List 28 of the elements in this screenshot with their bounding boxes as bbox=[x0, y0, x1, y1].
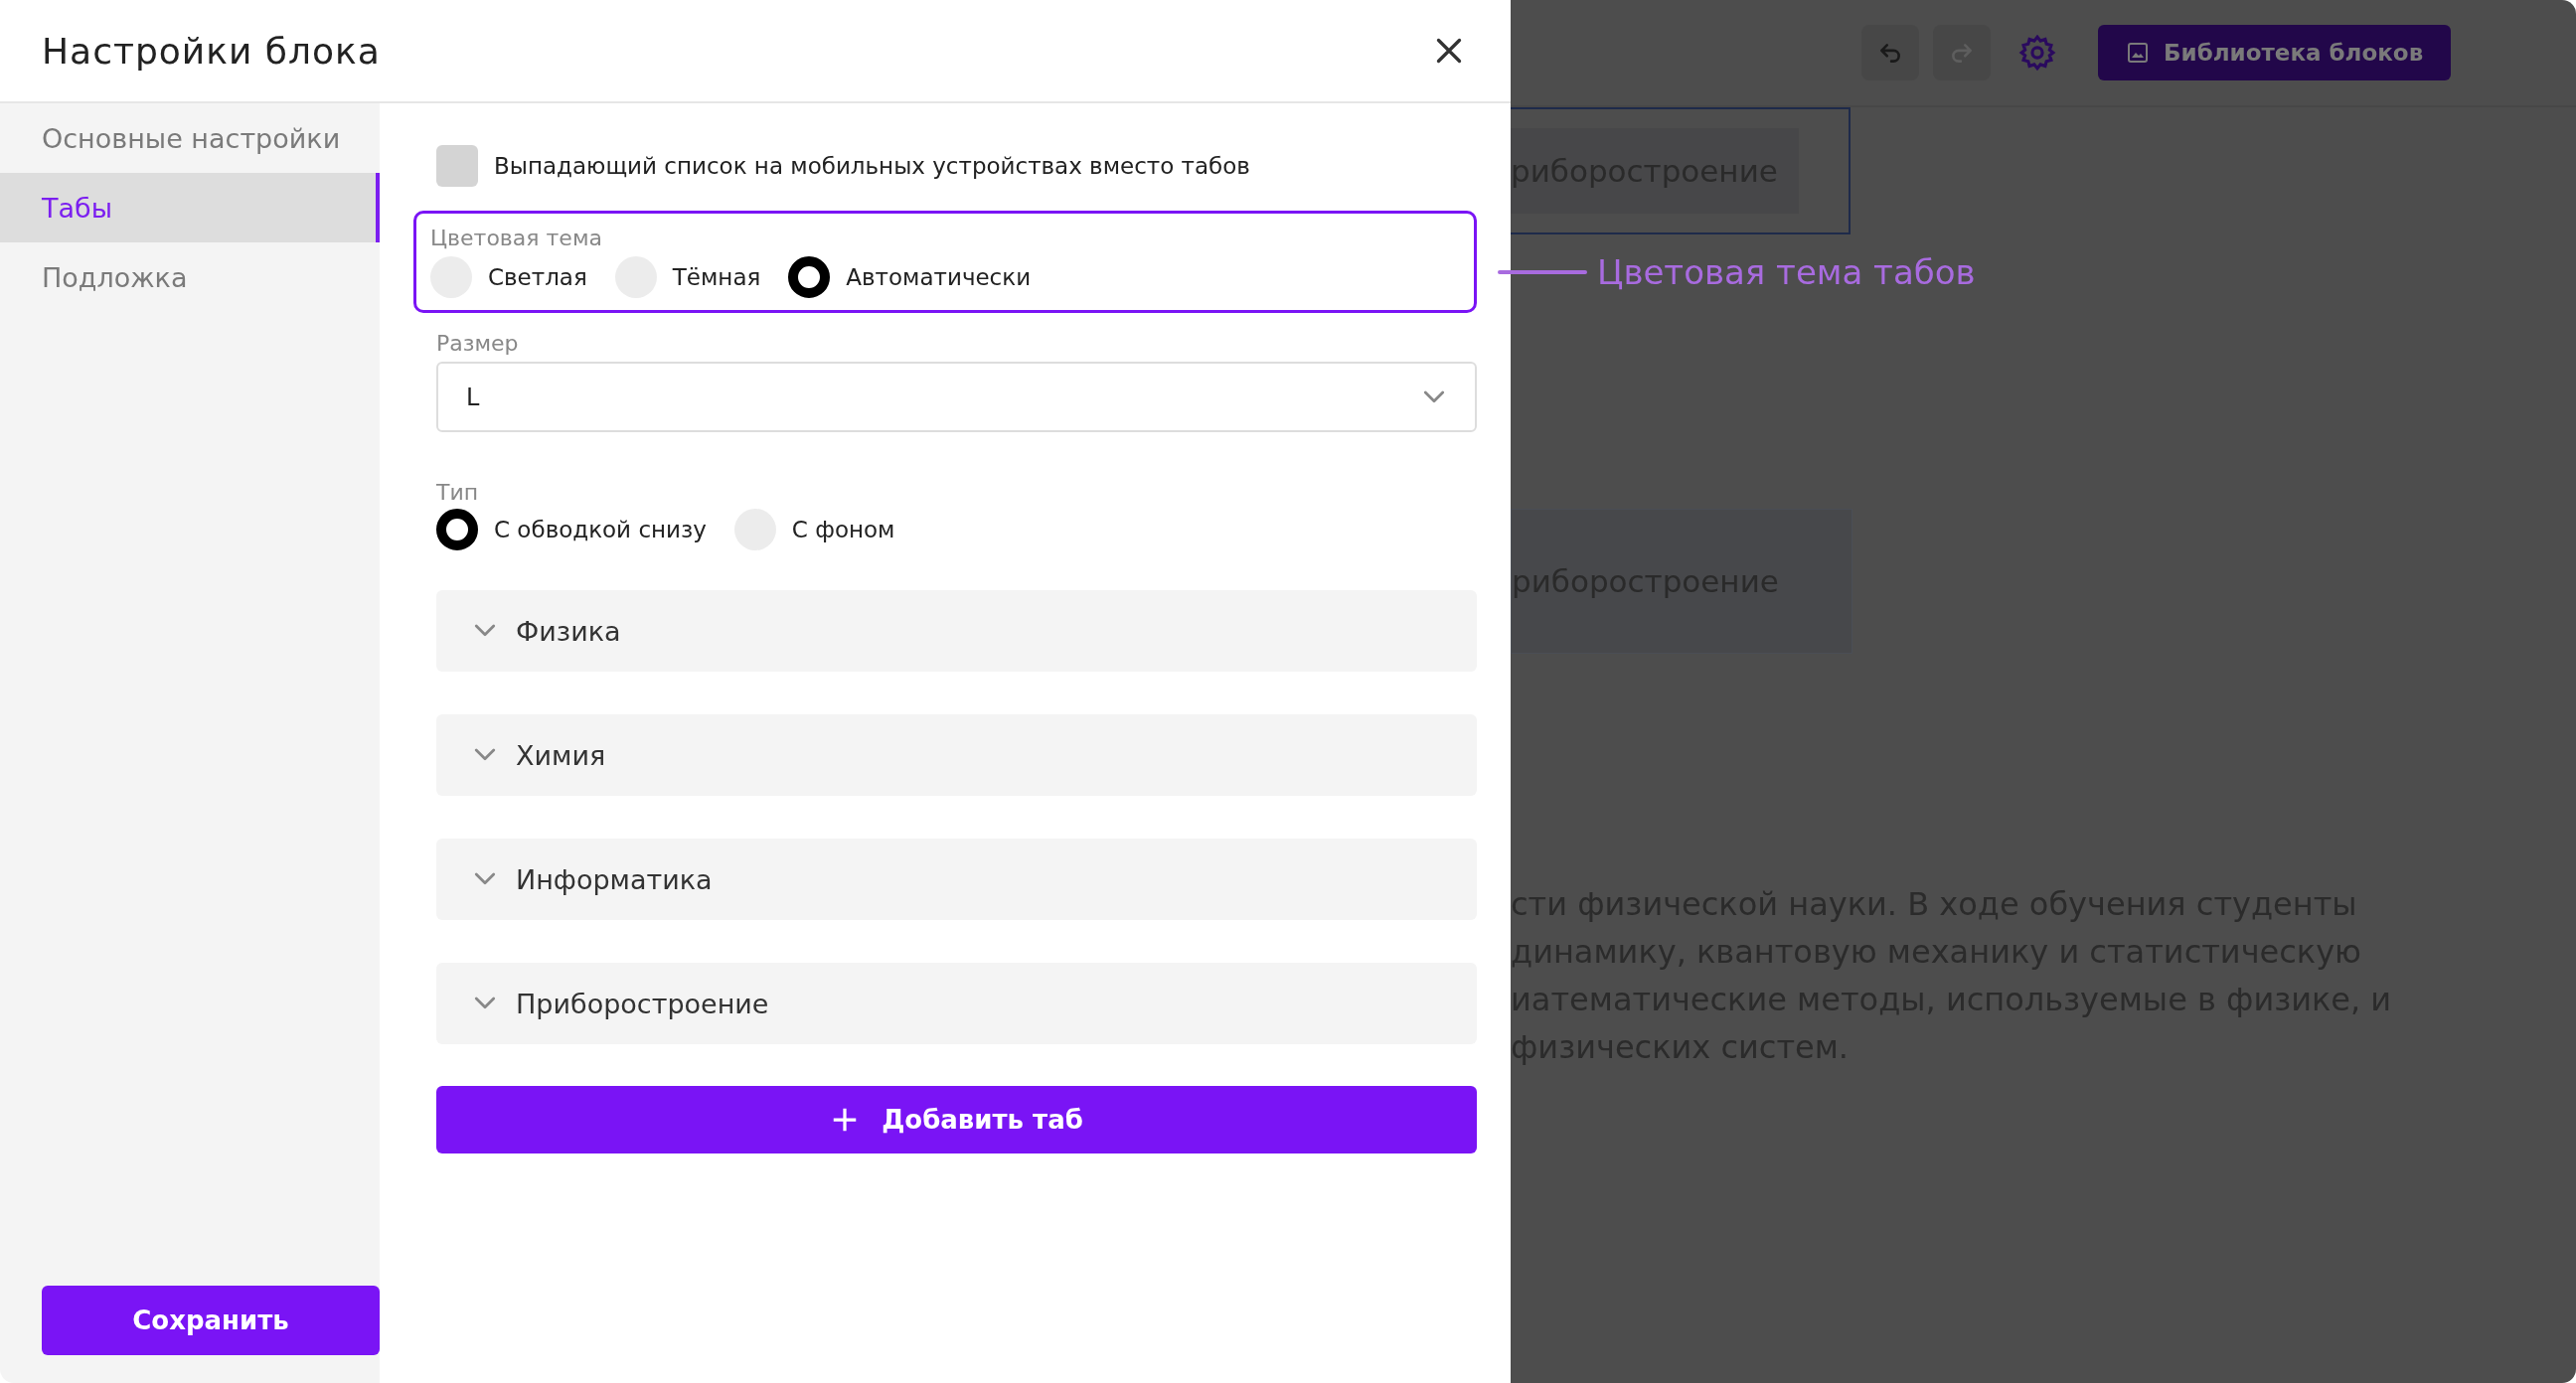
field-label: Тип bbox=[435, 480, 480, 505]
block-library-button[interactable]: Библиотека блоков bbox=[2098, 25, 2452, 80]
sidebar-item[interactable]: Основные настройки bbox=[0, 103, 380, 173]
tab-accordion[interactable]: Физика bbox=[436, 590, 1477, 672]
sidebar-item[interactable]: Табы bbox=[0, 173, 380, 242]
radio-label: С фоном bbox=[791, 517, 895, 542]
checkbox[interactable] bbox=[436, 145, 478, 187]
save-button[interactable]: Сохранить bbox=[42, 1286, 380, 1355]
radio-label: С обводкой снизу bbox=[494, 517, 707, 542]
size-dropdown[interactable]: L bbox=[436, 362, 1477, 432]
radio-label: Светлая bbox=[488, 264, 587, 290]
field-label: Цветовая тема bbox=[430, 226, 603, 250]
image-icon bbox=[2126, 41, 2150, 65]
annotation-label: Цветовая тема табов bbox=[1597, 252, 1976, 292]
tab-accordion[interactable]: Химия bbox=[436, 714, 1477, 796]
field-label: Размер bbox=[435, 331, 520, 356]
checkbox-label: Выпадающий список на мобильных устройствах вместо табов bbox=[494, 153, 1250, 179]
radio-button[interactable] bbox=[436, 509, 478, 550]
radio-button[interactable] bbox=[788, 256, 831, 298]
add-tab-button[interactable]: Добавить таб bbox=[436, 1086, 1477, 1153]
settings-icon[interactable] bbox=[2018, 34, 2056, 72]
sidebar-item[interactable]: Подложка bbox=[0, 242, 380, 312]
tab-accordion[interactable]: Информатика bbox=[436, 839, 1477, 920]
tab-accordion[interactable]: Приборостроение bbox=[436, 963, 1477, 1044]
dialog-title: Настройки блока bbox=[42, 30, 381, 72]
undo-button[interactable] bbox=[1861, 25, 1919, 80]
radio-label: Тёмная bbox=[672, 264, 761, 290]
radio-label: Автоматически bbox=[846, 264, 1032, 290]
